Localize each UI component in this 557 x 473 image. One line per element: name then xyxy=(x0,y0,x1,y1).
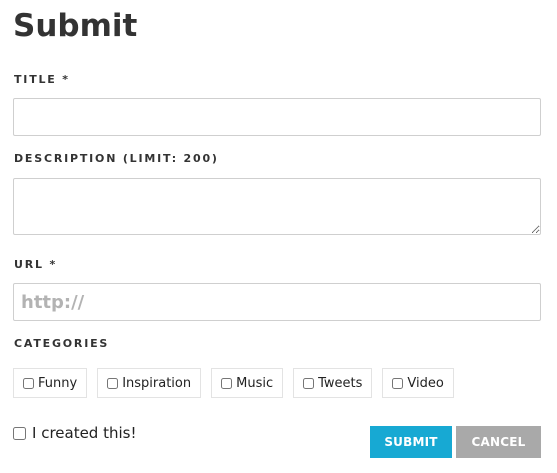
submit-button[interactable]: SUBMIT xyxy=(370,426,452,458)
title-label: TITLE * xyxy=(14,73,70,86)
category-funny-label: Funny xyxy=(38,375,78,391)
page-title: Submit xyxy=(13,8,138,44)
categories-label: CATEGORIES xyxy=(14,337,110,350)
description-label: DESCRIPTION (LIMIT: 200) xyxy=(14,152,219,165)
category-funny-checkbox[interactable] xyxy=(23,377,34,389)
title-input[interactable] xyxy=(13,98,541,136)
category-video-checkbox[interactable] xyxy=(392,377,404,389)
category-tweets[interactable]: Tweets xyxy=(293,368,373,398)
url-input[interactable] xyxy=(13,283,541,321)
category-inspiration-label: Inspiration xyxy=(122,375,192,391)
category-music[interactable]: Music xyxy=(211,368,284,398)
created-this-option[interactable]: I created this! xyxy=(13,424,136,442)
category-video[interactable]: Video xyxy=(382,368,454,398)
cancel-button[interactable]: CANCEL xyxy=(456,426,541,458)
category-video-label: Video xyxy=(407,375,444,391)
category-inspiration[interactable]: Inspiration xyxy=(97,368,202,398)
category-inspiration-checkbox[interactable] xyxy=(107,377,119,389)
category-list: Funny Inspiration Music Tweets Video xyxy=(13,368,454,398)
url-label: URL * xyxy=(14,258,57,271)
category-tweets-checkbox[interactable] xyxy=(303,377,315,389)
category-music-checkbox[interactable] xyxy=(221,377,233,389)
created-this-checkbox[interactable] xyxy=(13,426,26,440)
category-tweets-label: Tweets xyxy=(318,375,363,391)
category-music-label: Music xyxy=(236,375,274,391)
description-textarea[interactable] xyxy=(13,178,541,235)
created-this-label: I created this! xyxy=(32,424,137,442)
category-funny[interactable]: Funny xyxy=(13,368,88,398)
